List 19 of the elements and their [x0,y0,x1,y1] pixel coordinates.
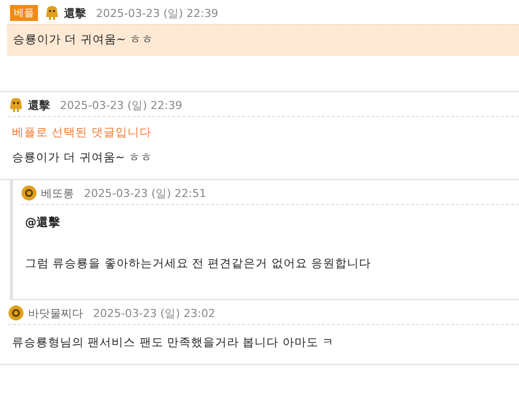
comment-date: 2025-03-23 (일) 22:39 [96,6,218,20]
mascot-icon [8,97,24,113]
medal-icon [8,305,24,321]
comment-date: 2025-03-23 (일) 22:51 [84,186,206,200]
best-notice: 베플로 선택된 댓글입니다 [12,125,152,140]
author-name[interactable]: 還擊 [28,98,50,112]
author-name[interactable]: 바닷물찌다 [28,306,83,320]
comment-text: 류승룡형님의 팬서비스 팬도 만족했을거라 봅니다 아마도 ㅋ [12,335,335,350]
comment-text: 승룡이가 더 귀여움~ ㅎㅎ [12,150,154,165]
best-badge: 베플 [10,5,38,21]
comment-text: 승룡이가 더 귀여움~ ㅎㅎ [13,32,154,46]
comment-text: 그럼 류승룡을 좋아하는거세요 전 편견같은거 없어요 응원합니다 [25,256,372,271]
comment-date: 2025-03-23 (일) 22:39 [60,98,182,112]
mention[interactable]: @還擊 [25,215,519,230]
author-name[interactable]: 還擊 [64,6,86,20]
comment-date: 2025-03-23 (일) 23:02 [93,306,216,320]
medal-icon [21,185,37,201]
author-name[interactable]: 베또롱 [41,186,74,200]
mascot-icon [44,5,60,21]
